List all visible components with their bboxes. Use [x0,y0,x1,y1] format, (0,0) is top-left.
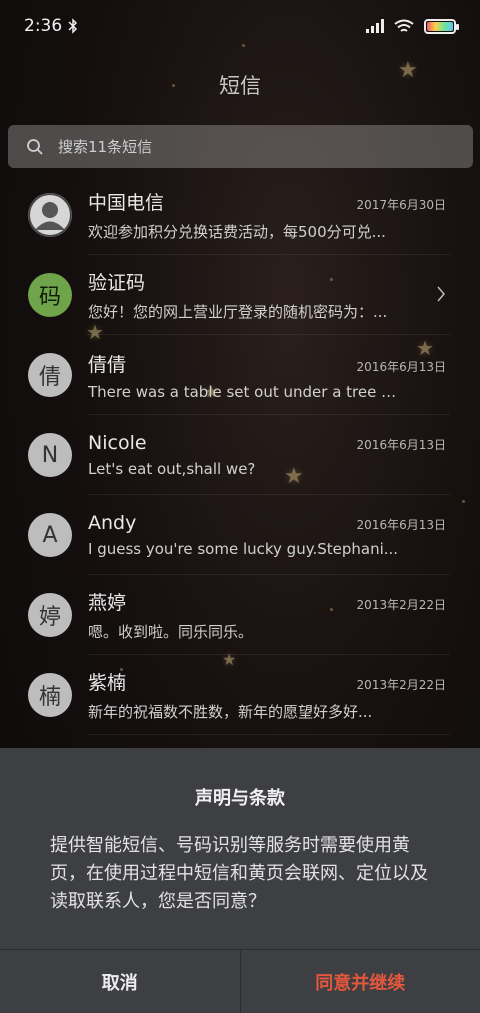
message-date: 2013年2月22日 [356,598,446,612]
search-placeholder: 搜索11条短信 [58,138,153,156]
message-preview: 欢迎参加积分兑换话费活动，每500分可兑... [88,223,386,241]
dialog-title: 声明与条款 [195,788,285,809]
agree-continue-button[interactable]: 同意并继续 [240,950,480,1013]
battery-icon [424,18,459,34]
contact-name: 验证码 [88,272,146,294]
contact-name: Nicole [88,432,147,454]
conversation-content: 倩倩 2016年6月13日 There was a table set out … [88,350,446,401]
conversation-content: 紫楠 2013年2月22日 新年的祝福数不胜数，新年的愿望好多好... [88,668,446,722]
bluetooth-icon [68,18,78,34]
dialog-body: 提供智能短信、号码识别等服务时需要使用黄页，在使用过程中短信和黄页会联网、定位以… [50,835,428,912]
message-date: 2013年2月22日 [356,678,446,692]
contact-avatar: 楠 [28,673,72,717]
conversation-item[interactable]: 婷 燕婷 2013年2月22日 嗯。收到啦。同乐同乐。 [0,575,480,655]
contact-name: 紫楠 [88,672,127,694]
search-icon [27,138,43,155]
message-date: 2017年6月30日 [356,198,446,212]
dialog-buttons: 取消 同意并继续 [0,949,480,1013]
wifi-icon [394,19,414,32]
battery-level [427,21,453,31]
conversation-content: Nicole 2016年6月13日 Let's eat out,shall we… [88,432,446,478]
conversation-content: 中国电信 2017年6月30日 欢迎参加积分兑换话费活动，每500分可兑... [88,188,446,242]
message-preview: I guess you're some lucky guy.Stephani..… [88,540,399,558]
page-title: 短信 [219,74,261,98]
cancel-button[interactable]: 取消 [0,950,241,1013]
conversation-item[interactable]: 码 验证码 您好！您的网上营业厅登录的随机密码为：... [0,255,480,335]
message-date: 2016年6月13日 [356,359,446,374]
terms-dialog: 声明与条款 提供智能短信、号码识别等服务时需要使用黄页，在使用过程中短信和黄页会… [0,748,480,1013]
conversation-item[interactable]: 倩 倩倩 2016年6月13日 There was a table set ou… [0,335,480,415]
contact-avatar: N [28,433,72,477]
message-preview: 您好！您的网上营业厅登录的随机密码为：... [88,303,388,321]
conversation-item[interactable]: 楠 紫楠 2013年2月22日 新年的祝福数不胜数，新年的愿望好多好... [0,655,480,735]
conversation-item[interactable]: A Andy 2016年6月13日 I guess you're some lu… [0,495,480,575]
conversation-content: 燕婷 2013年2月22日 嗯。收到啦。同乐同乐。 [88,588,446,642]
contact-name: 中国电信 [88,192,165,214]
message-preview: 新年的祝福数不胜数，新年的愿望好多好... [88,703,373,721]
contact-avatar: 码 [28,273,72,317]
contact-avatar [28,193,72,237]
contact-avatar: 婷 [28,593,72,637]
message-preview: Let's eat out,shall we? [88,460,256,478]
status-icons [366,18,459,34]
signal-icon [366,19,384,33]
message-date: 2016年6月13日 [356,518,446,532]
contact-name: 燕婷 [88,592,127,614]
message-date: 2016年6月13日 [356,438,446,452]
contact-name: Andy [88,512,137,534]
conversation-content: 验证码 您好！您的网上营业厅登录的随机密码为：... [88,268,446,322]
status-bar: 2:36 [0,0,480,52]
person-icon [28,193,72,237]
conversation-content: Andy 2016年6月13日 I guess you're some luck… [88,512,446,558]
status-time: 2:36 [24,16,63,36]
message-preview: There was a table set out under a tree i… [88,382,400,401]
contact-avatar: A [28,513,72,557]
contact-avatar: 倩 [28,353,72,397]
chevron-right-icon [437,286,445,302]
message-preview: 嗯。收到啦。同乐同乐。 [88,623,254,641]
conversation-item[interactable]: N Nicole 2016年6月13日 Let's eat out,shall … [0,415,480,495]
conversation-list: 中国电信 2017年6月30日 欢迎参加积分兑换话费活动，每500分可兑... … [0,175,480,735]
search-bar[interactable]: 搜索11条短信 [8,125,473,168]
conversation-item[interactable]: 中国电信 2017年6月30日 欢迎参加积分兑换话费活动，每500分可兑... [0,175,480,255]
contact-name: 倩倩 [88,353,127,376]
